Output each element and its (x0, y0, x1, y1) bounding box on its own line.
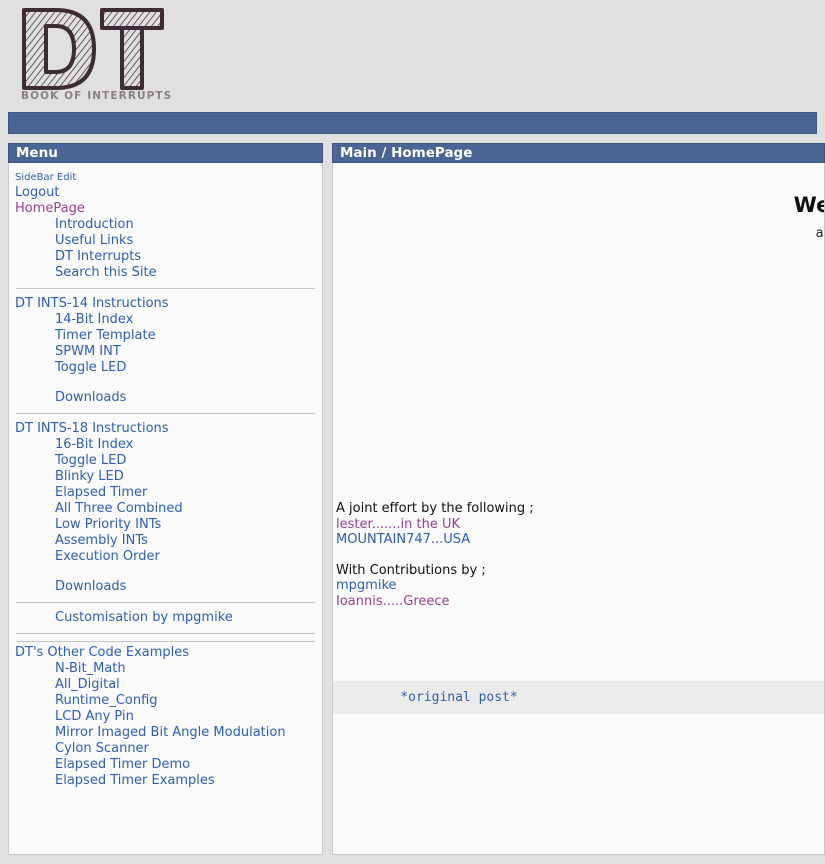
sidebar-item-elapsed-timer-examples[interactable]: Elapsed Timer Examples (15, 773, 316, 789)
sidebar-item-timer-template[interactable]: Timer Template (15, 328, 316, 344)
menu-divider (16, 602, 315, 603)
menu-spacer (15, 376, 316, 390)
sidebar-item-toggle-led[interactable]: Toggle LED (15, 453, 316, 469)
credit-link-ioannis-greece[interactable]: Ioannis.....Greece (336, 594, 534, 610)
credits-spacer (336, 548, 534, 563)
sidebar-item-elapsed-timer[interactable]: Elapsed Timer (15, 485, 316, 501)
sidebar-item-14-bit-index[interactable]: 14-Bit Index (15, 312, 316, 328)
contributions-label: With Contributions by ; (336, 562, 486, 578)
sidebar-item-all-digital[interactable]: All_Digital (15, 677, 316, 693)
welcome-subtitle: an index of Da (483, 226, 824, 241)
sidebar-item-customisation-by-mpgmike[interactable]: Customisation by mpgmike (15, 610, 316, 626)
sidebar-item-dt-s-other-code-examples[interactable]: DT's Other Code Examples (15, 645, 316, 661)
sidebar: Menu SideBar Edit Logout HomePage Introduct… (8, 143, 323, 855)
welcome-block: Welcome to an index of Da (483, 163, 824, 241)
sidebar-item-runtime-config[interactable]: Runtime_Config (15, 693, 316, 709)
main-content: Welcome to an index of Da A joint effort… (332, 163, 825, 855)
sidebar-item-spwm-int[interactable]: SPWM INT (15, 344, 316, 360)
code-block: *original post* (333, 681, 824, 714)
menu-spacer (15, 565, 316, 579)
credits-block: A joint effort by the following ; lester… (336, 501, 534, 609)
sidebar-item-n-bit-math[interactable]: N-Bit_Math (15, 661, 316, 677)
sidebar-item-all-three-combined[interactable]: All Three Combined (15, 501, 316, 517)
sidebar-item-toggle-led[interactable]: Toggle LED (15, 360, 316, 376)
main-column: Main / HomePage Welcome to an index of D… (332, 143, 825, 855)
sidebar-item-cylon-scanner[interactable]: Cylon Scanner (15, 741, 316, 757)
sidebar-item-sidebar-edit[interactable]: SideBar Edit (15, 171, 316, 185)
sidebar-item-execution-order[interactable]: Execution Order (15, 549, 316, 565)
sidebar-item-dt-ints-14-instructions[interactable]: DT INTS-14 Instructions (15, 296, 316, 312)
breadcrumb: Main / HomePage (332, 143, 825, 163)
sidebar-item-search-this-site[interactable]: Search this Site (15, 265, 316, 281)
sidebar-item-mirror-imaged-bit-angle-modulation[interactable]: Mirror Imaged Bit Angle Modulation (15, 725, 316, 741)
sidebar-item-dt-interrupts[interactable]: DT Interrupts (15, 249, 316, 265)
sidebar-item-lcd-any-pin[interactable]: LCD Any Pin (15, 709, 316, 725)
sidebar-item-dt-ints-18-instructions[interactable]: DT INTS-18 Instructions (15, 421, 316, 437)
sidebar-item-logout[interactable]: Logout (15, 185, 316, 201)
logo-tagline: BOOK OF INTERRUPTS (21, 90, 173, 102)
contributor-list: mpgmike Ioannis.....Greece (336, 578, 534, 609)
author-list: lester.......in the UK MOUNTAIN747...USA (336, 517, 534, 548)
credit-link-mountain747-usa[interactable]: MOUNTAIN747...USA (336, 532, 534, 548)
page-columns: Menu SideBar Edit Logout HomePage Introduct… (0, 143, 825, 856)
menu-divider (16, 633, 315, 634)
sidebar-item-useful-links[interactable]: Useful Links (15, 233, 316, 249)
top-nav-bar[interactable] (8, 112, 817, 134)
credit-link-lester-in-the-uk[interactable]: lester.......in the UK (336, 517, 534, 533)
site-header: BOOK OF INTERRUPTS (0, 0, 825, 112)
menu-divider (16, 288, 315, 289)
sidebar-item-blinky-led[interactable]: Blinky LED (15, 469, 316, 485)
sidebar-title: Menu (8, 143, 323, 163)
sidebar-item-homepage[interactable]: HomePage (15, 201, 316, 217)
sidebar-item-low-priority-ints[interactable]: Low Priority INTs (15, 517, 316, 533)
sidebar-menu: SideBar Edit Logout HomePage Introduction Us… (8, 163, 323, 855)
joint-effort-label: A joint effort by the following ; (336, 501, 534, 516)
site-logo[interactable]: BOOK OF INTERRUPTS (16, 4, 176, 108)
sidebar-item-introduction[interactable]: Introduction (15, 217, 316, 233)
sidebar-item-assembly-ints[interactable]: Assembly INTs (15, 533, 316, 549)
dt-sketch-logo-icon (22, 8, 164, 90)
welcome-subtitle-prefix: an index of (815, 226, 824, 241)
sidebar-item-downloads[interactable]: Downloads (15, 390, 316, 406)
sidebar-item-elapsed-timer-demo[interactable]: Elapsed Timer Demo (15, 757, 316, 773)
sidebar-item-downloads[interactable]: Downloads (15, 579, 316, 595)
page-title: Welcome to (793, 193, 824, 217)
menu-divider (16, 413, 315, 414)
credit-link-mpgmike[interactable]: mpgmike (336, 578, 534, 594)
sidebar-item-16-bit-index[interactable]: 16-Bit Index (15, 437, 316, 453)
menu-divider (16, 641, 315, 642)
